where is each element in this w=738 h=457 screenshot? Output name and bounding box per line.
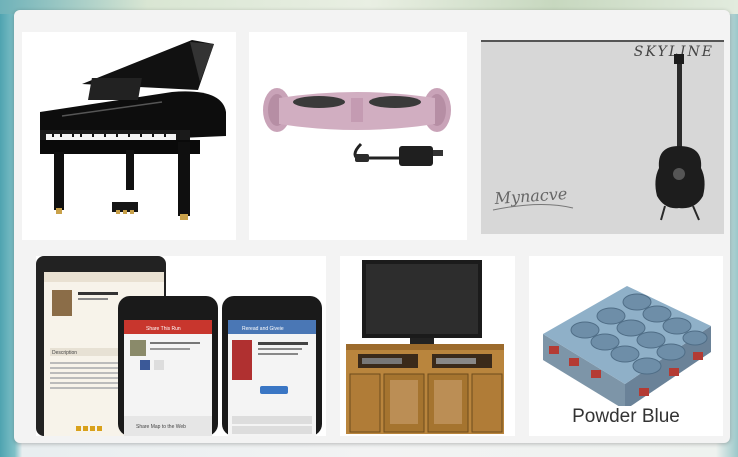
share-map-label: Share Map to the Web bbox=[136, 424, 186, 430]
description-heading: Description bbox=[52, 350, 77, 356]
chalk-tile[interactable]: Powder Blue bbox=[529, 256, 723, 436]
hoverboard-tile[interactable] bbox=[249, 32, 467, 240]
phones-tile[interactable]: Description Share This Run Share Map to … bbox=[36, 256, 326, 436]
smartphone-apps-image: Description Share This Run Share Map to … bbox=[36, 256, 322, 436]
pool-chalk-box-image bbox=[543, 286, 711, 410]
grand-piano-image bbox=[40, 40, 226, 220]
piano-tile[interactable] bbox=[22, 32, 236, 240]
hoverboard-image bbox=[263, 88, 451, 166]
reread-header: Reread and Giveie bbox=[242, 326, 284, 332]
tv-stand-tile[interactable] bbox=[340, 256, 515, 436]
guitar-tile[interactable]: SKYLINE Mynacve bbox=[481, 40, 724, 234]
acoustic-guitar-image: Mynacve bbox=[492, 54, 705, 221]
tv-stand-image bbox=[346, 260, 504, 434]
share-header: Share This Run bbox=[146, 326, 181, 332]
product-label: Powder Blue bbox=[572, 406, 680, 427]
